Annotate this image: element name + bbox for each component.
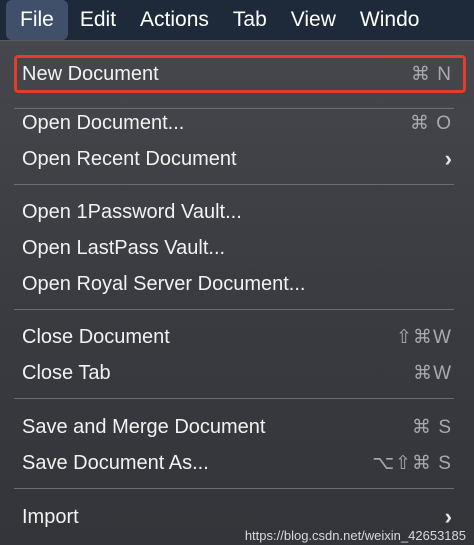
chevron-right-icon: › [444, 504, 452, 529]
shortcut-label: ⇧⌘W [396, 326, 452, 348]
menu-separator [14, 184, 454, 185]
menu-window[interactable]: Windo [348, 0, 432, 40]
shortcut-label: ⌘ O [409, 112, 452, 134]
menu-separator [14, 398, 454, 399]
menu-item-label: Open Document... [22, 111, 185, 134]
menu-item-label: Save Document As... [22, 451, 209, 474]
menu-item-open-document[interactable]: Open Document... ⌘ O [10, 106, 464, 140]
menu-item-open-royal-server-document[interactable]: Open Royal Server Document... [10, 267, 464, 301]
menu-item-label: Close Tab [22, 361, 111, 384]
shortcut-label: ⌘W [413, 362, 452, 384]
menu-item-label: Open Royal Server Document... [22, 272, 306, 295]
menu-tab[interactable]: Tab [221, 0, 279, 40]
menu-item-open-recent-document[interactable]: Open Recent Document › [10, 142, 464, 176]
shortcut-label: ⌘ N [411, 63, 452, 85]
menu-item-save-document-as[interactable]: Save Document As... ⌥⇧⌘ S [10, 446, 464, 480]
file-dropdown-menu: New Document ⌘ N Open Document... ⌘ O Op… [0, 40, 474, 545]
menu-separator [14, 488, 454, 489]
screen: File Edit Actions Tab View Windo New Doc… [0, 0, 474, 545]
menu-item-label: Import [22, 505, 79, 528]
menu-item-open-lastpass-vault[interactable]: Open LastPass Vault... [10, 231, 464, 265]
menu-item-label: Open LastPass Vault... [22, 236, 226, 259]
menu-item-close-tab[interactable]: Close Tab ⌘W [10, 356, 464, 390]
chevron-right-icon: › [444, 146, 452, 171]
watermark-text: https://blog.csdn.net/weixin_42653185 [244, 528, 466, 543]
shortcut-label: ⌥⇧⌘ S [372, 452, 452, 474]
menu-file[interactable]: File [6, 0, 68, 40]
menu-item-close-document[interactable]: Close Document ⇧⌘W [10, 320, 464, 354]
shortcut-label: ⌘ S [412, 416, 452, 438]
menu-item-open-1password-vault[interactable]: Open 1Password Vault... [10, 195, 464, 229]
menu-view[interactable]: View [279, 0, 348, 40]
menu-bar: File Edit Actions Tab View Windo [0, 0, 474, 40]
menu-item-label: Close Document [22, 325, 170, 348]
menu-item-label: New Document [22, 62, 159, 85]
menu-edit[interactable]: Edit [68, 0, 128, 40]
menu-item-new-document[interactable]: New Document ⌘ N [10, 57, 464, 91]
menu-item-save-and-merge-document[interactable]: Save and Merge Document ⌘ S [10, 410, 464, 444]
menu-actions[interactable]: Actions [128, 0, 221, 40]
menu-separator [14, 309, 454, 310]
menu-item-label: Open 1Password Vault... [22, 200, 242, 223]
menu-item-label: Save and Merge Document [22, 415, 266, 438]
menu-item-label: Open Recent Document [22, 147, 237, 170]
